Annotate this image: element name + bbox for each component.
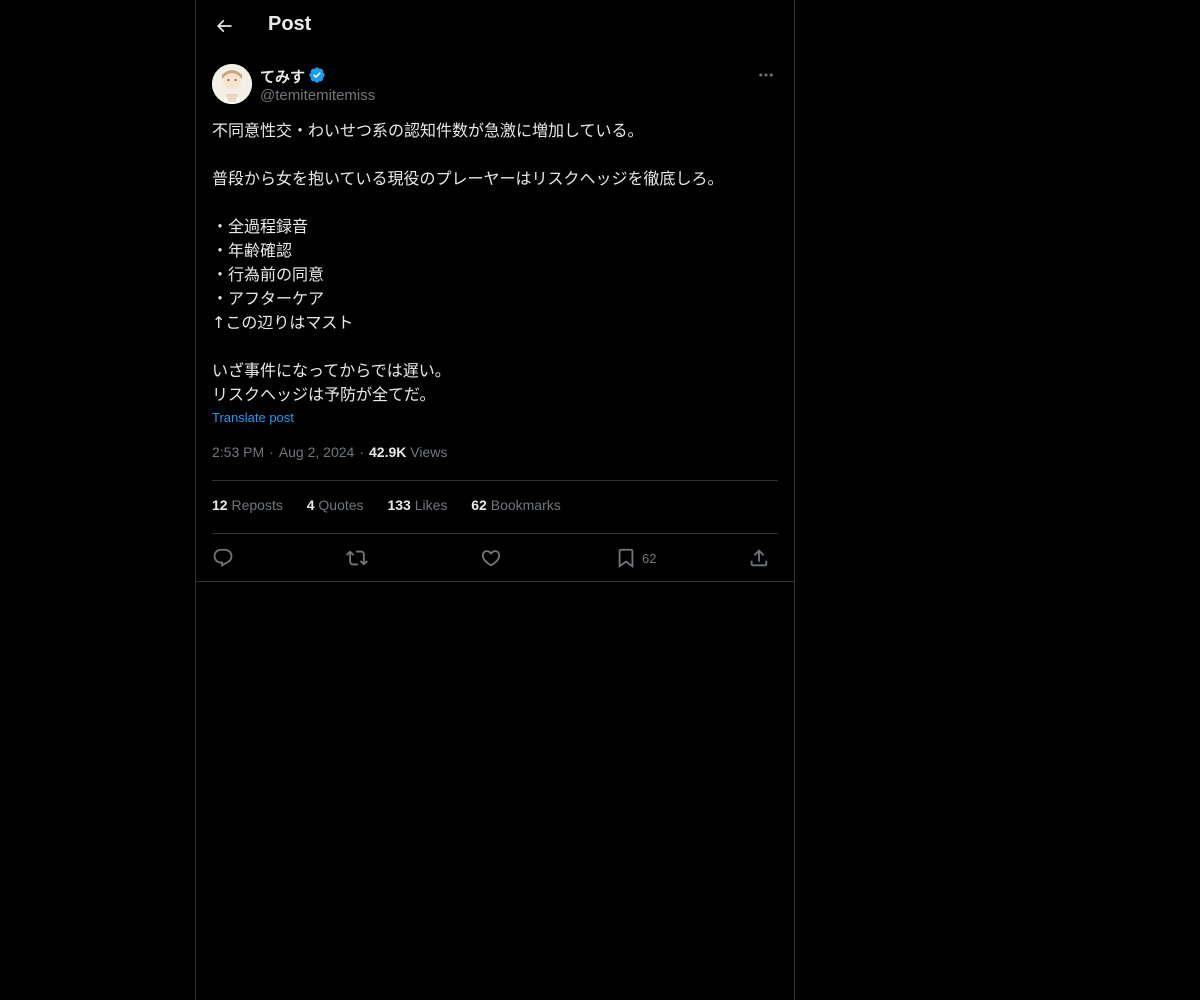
back-button[interactable] (210, 12, 238, 40)
post-line (212, 143, 778, 167)
top-bar: Post (196, 0, 794, 54)
more-options-button[interactable] (754, 64, 778, 86)
post-line (212, 191, 778, 215)
quotes-count: 4 (306, 497, 315, 513)
divider (212, 533, 778, 534)
post-line: ・年齢確認 (212, 241, 293, 260)
reply-button[interactable] (212, 546, 234, 570)
translate-post-link[interactable]: Translate post (212, 410, 294, 425)
post-bottom-border (196, 581, 794, 582)
post-line: ・アフターケア (212, 289, 325, 308)
post-author: てみす @temitemitemiss (212, 64, 778, 106)
post-line (212, 335, 778, 359)
reposts-label: Reposts (231, 497, 283, 513)
separator-dot: · (269, 444, 274, 460)
separator-dot: · (359, 444, 364, 460)
repost-icon (346, 550, 368, 566)
post-line: ↑この辺りはマスト (212, 313, 354, 332)
post-line: 普段から女を抱いている現役のプレーヤーはリスクヘッジを徹底しろ。 (212, 169, 724, 188)
verified-badge-icon (309, 67, 325, 83)
reposts-stat[interactable]: 12 Reposts (212, 497, 283, 513)
post-text: 不同意性交・わいせつ系の認知件数が急激に増加している。 普段から女を抱いている現… (212, 119, 778, 407)
heart-icon (481, 550, 501, 567)
post-time[interactable]: 2:53 PM (212, 444, 264, 460)
views-count: 42.9K (369, 444, 407, 460)
display-name[interactable]: てみす (260, 66, 305, 87)
share-icon (750, 549, 768, 567)
quotes-stat[interactable]: 4 Quotes (307, 497, 364, 513)
reply-icon (213, 548, 233, 567)
bookmarks-stat[interactable]: 62 Bookmarks (471, 497, 561, 513)
bookmark-button[interactable]: 62 (615, 546, 656, 570)
post-column: Post てみす @temitemitemiss 不同意性交・わいせつ系の認知件… (195, 0, 795, 1000)
share-button[interactable] (748, 546, 770, 570)
views-label: Views (410, 444, 448, 460)
post-stats: 12 Reposts 4 Quotes 133 Likes 62 Bookmar… (212, 497, 581, 519)
post-line: いざ事件になってからでは遅い。 (212, 361, 451, 380)
divider (212, 480, 778, 481)
post-meta: 2:53 PM · Aug 2, 2024 · 42.9K Views (212, 444, 447, 460)
post-line: ・全過程録音 (212, 217, 309, 236)
reposts-count: 12 (212, 497, 228, 513)
likes-stat[interactable]: 133 Likes (387, 497, 447, 513)
likes-label: Likes (414, 497, 448, 513)
page-title: Post (268, 13, 312, 35)
post-line: 不同意性交・わいせつ系の認知件数が急激に増加している。 (212, 121, 644, 140)
user-handle[interactable]: @temitemitemiss (260, 87, 375, 104)
like-button[interactable] (480, 546, 502, 570)
bookmarks-label: Bookmarks (490, 497, 561, 513)
repost-button[interactable] (346, 546, 368, 570)
arrow-left-icon (216, 19, 232, 33)
action-bar: 62 (212, 544, 778, 572)
likes-count: 133 (387, 497, 411, 513)
quotes-label: Quotes (318, 497, 364, 513)
bookmarks-count: 62 (471, 497, 487, 513)
post-line: リスクヘッジは予防が全てだ。 (212, 385, 436, 404)
post-date[interactable]: Aug 2, 2024 (279, 444, 355, 460)
post-line: ・行為前の同意 (212, 265, 325, 284)
bookmark-icon (618, 548, 634, 569)
avatar[interactable] (212, 64, 252, 104)
bookmark-count: 62 (642, 550, 657, 566)
more-dots-icon (759, 73, 773, 77)
